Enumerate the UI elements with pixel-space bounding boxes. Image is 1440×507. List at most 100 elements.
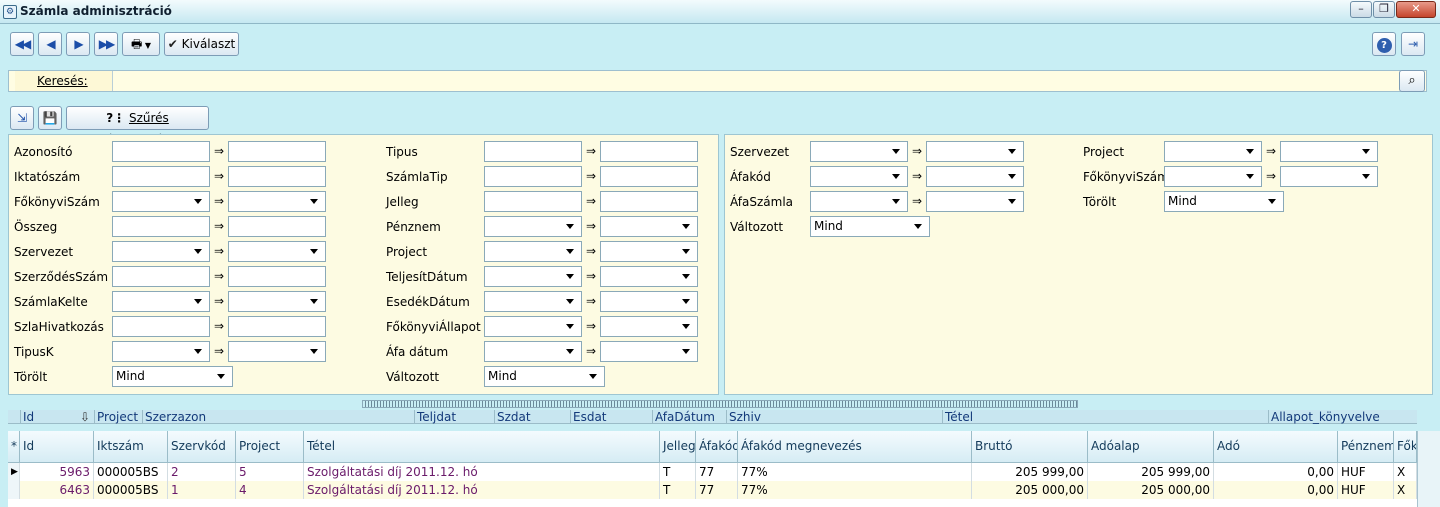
filter-penznem-to[interactable] — [600, 216, 698, 237]
filter-penznem-from[interactable] — [484, 216, 582, 237]
tree-layout-button[interactable]: ⇲ — [10, 106, 34, 130]
filter-valtozott-select[interactable]: Mind — [810, 216, 930, 237]
filter-fokonyviszam-from[interactable] — [112, 191, 210, 212]
run-filter-button[interactable]: ?⋮ Szűrés végrehajtása — [66, 106, 209, 147]
filter-project-from[interactable] — [1164, 141, 1262, 162]
filter-fokonyviallapot-from[interactable] — [484, 316, 582, 337]
filter-valtozott-select[interactable]: Mind — [484, 366, 605, 387]
filter-project-from[interactable] — [484, 241, 582, 262]
cell-ado: 0,00 — [1214, 463, 1338, 481]
table-row[interactable]: 6463 000005BS 1 4 Szolgáltatási díj 2011.12.… — [8, 481, 1417, 499]
filter-szervezet-to[interactable] — [228, 241, 326, 262]
filter-torolt-select[interactable]: Mind — [112, 366, 233, 387]
filter-osszeg-to[interactable] — [228, 216, 326, 237]
filter-tipus-to[interactable] — [600, 141, 698, 162]
filter-project-to[interactable] — [600, 241, 698, 262]
filter-szerzodesszam-from[interactable] — [112, 266, 210, 287]
print-dropdown-button[interactable]: 🖶 ▼ — [122, 32, 160, 56]
filter-afa-datum-from[interactable] — [484, 341, 582, 362]
filter-afakod-to[interactable] — [926, 166, 1024, 187]
column-header-marker[interactable]: * — [8, 431, 20, 463]
column-header-adoalap[interactable]: Adóalap — [1088, 431, 1214, 463]
column-header-brutto[interactable]: Bruttó — [972, 431, 1088, 463]
group-header-szhiv[interactable]: Szhiv — [726, 410, 942, 424]
help-button[interactable]: ? — [1372, 32, 1396, 56]
filter-afa-datum-to[interactable] — [600, 341, 698, 362]
filter-afaszamla-to[interactable] — [926, 191, 1024, 212]
column-header-tetel[interactable]: Tétel — [304, 431, 660, 463]
filter-szervezet-from[interactable] — [112, 241, 210, 262]
filter-label-azonosito: Azonosító — [14, 145, 73, 159]
filter-teljesitdatum-to[interactable] — [600, 266, 698, 287]
column-header-penznem[interactable]: Pénznem — [1338, 431, 1394, 463]
filter-torolt-select[interactable]: Mind — [1164, 191, 1284, 212]
filter-szamlatip-from[interactable] — [484, 166, 582, 187]
filter-iktatoszam-from[interactable] — [112, 166, 210, 187]
filter-project-to[interactable] — [1280, 141, 1378, 162]
filter-szlahivatkozas-from[interactable] — [112, 316, 210, 337]
close-button[interactable]: ✕ — [1396, 1, 1436, 18]
filter-fokonyviszam-to[interactable] — [228, 191, 326, 212]
filter-szamlatip-to[interactable] — [600, 166, 698, 187]
table-row[interactable]: ▶ 5963 000005BS 2 5 Szolgáltatási díj 2011.12… — [8, 463, 1417, 481]
filter-fokonyviszam-to[interactable] — [1280, 166, 1378, 187]
filter-osszeg-from[interactable] — [112, 216, 210, 237]
sort-descending-icon[interactable]: ⇩ — [78, 410, 90, 424]
filter-esedekdatum-from[interactable] — [484, 291, 582, 312]
splitter-handle[interactable] — [362, 400, 1078, 408]
column-header-szervkod[interactable]: Szervkód — [168, 431, 236, 463]
minimize-button[interactable]: – — [1350, 1, 1372, 18]
next-record-button[interactable]: ▶ — [66, 32, 90, 56]
maximize-button[interactable]: ❐ — [1373, 1, 1395, 18]
group-header-szerzazon[interactable]: Szerzazon — [142, 410, 414, 424]
exit-button[interactable]: ⇥ — [1401, 32, 1425, 56]
filter-szerzodesszam-to[interactable] — [228, 266, 326, 287]
filter-tipusk-to[interactable] — [228, 341, 326, 362]
column-header-afakod-megnevezes[interactable]: Áfakód megnevezés — [738, 431, 972, 463]
filter-jelleg-from[interactable] — [484, 191, 582, 212]
filter-szamlakelte-from[interactable] — [112, 291, 210, 312]
filter-fokonyviallapot-to[interactable] — [600, 316, 698, 337]
group-header-allapot-konyvelve[interactable]: Allapot_könyvelve — [1268, 410, 1417, 424]
filter-teljesitdatum-from[interactable] — [484, 266, 582, 287]
group-header-esdat[interactable]: Esdat — [570, 410, 652, 424]
group-header-project[interactable]: Project — [94, 410, 142, 424]
range-arrow-icon: ⇒ — [586, 294, 597, 308]
search-input[interactable] — [115, 72, 1399, 90]
magnifier-icon: ⌕ — [1408, 73, 1416, 88]
filter-fokonyviszam-from[interactable] — [1164, 166, 1262, 187]
column-header-project[interactable]: Project — [236, 431, 304, 463]
filter-szervezet-to[interactable] — [926, 141, 1024, 162]
filter-tipus-from[interactable] — [484, 141, 582, 162]
filter-azonosito-to[interactable] — [228, 141, 326, 162]
filter-szervezet-from[interactable] — [810, 141, 908, 162]
filter-afakod-from[interactable] — [810, 166, 908, 187]
search-button[interactable]: ⌕ — [1399, 70, 1425, 92]
filter-jelleg-to[interactable] — [600, 191, 698, 212]
filter-afaszamla-from[interactable] — [810, 191, 908, 212]
group-header-szdat[interactable]: Szdat — [494, 410, 570, 424]
filter-tipusk-from[interactable] — [112, 341, 210, 362]
group-header-afadatum[interactable]: AfaDátum — [652, 410, 726, 424]
column-header-id[interactable]: Id — [20, 431, 94, 463]
column-header-iktszam[interactable]: Iktszám — [94, 431, 168, 463]
previous-record-button[interactable]: ◀ — [38, 32, 62, 56]
column-header-fok[interactable]: Fők — [1394, 431, 1417, 463]
save-filter-button[interactable]: 💾 — [38, 106, 62, 130]
filter-label-esedekdatum: EsedékDátum — [386, 295, 470, 309]
column-header-afakod[interactable]: Áfakód — [696, 431, 738, 463]
last-record-button[interactable]: ▶▶ — [94, 32, 118, 56]
filter-esedekdatum-to[interactable] — [600, 291, 698, 312]
filter-szlahivatkozas-to[interactable] — [228, 316, 326, 337]
group-header-tetel[interactable]: Tétel — [942, 410, 1268, 424]
column-header-jelleg[interactable]: Jelleg — [660, 431, 696, 463]
filter-azonosito-from[interactable] — [112, 141, 210, 162]
filter-label-szlahivatkozas: SzlaHivatkozás — [14, 320, 104, 334]
select-button[interactable]: ✔ Kiválaszt — [164, 32, 239, 56]
first-record-button[interactable]: ◀◀ — [10, 32, 34, 56]
group-header-teljdat[interactable]: Teljdat — [414, 410, 494, 424]
column-header-ado[interactable]: Adó — [1214, 431, 1338, 463]
filter-iktatoszam-to[interactable] — [228, 166, 326, 187]
filter-szamlakelte-to[interactable] — [228, 291, 326, 312]
vertical-scrollbar[interactable] — [1417, 431, 1440, 507]
